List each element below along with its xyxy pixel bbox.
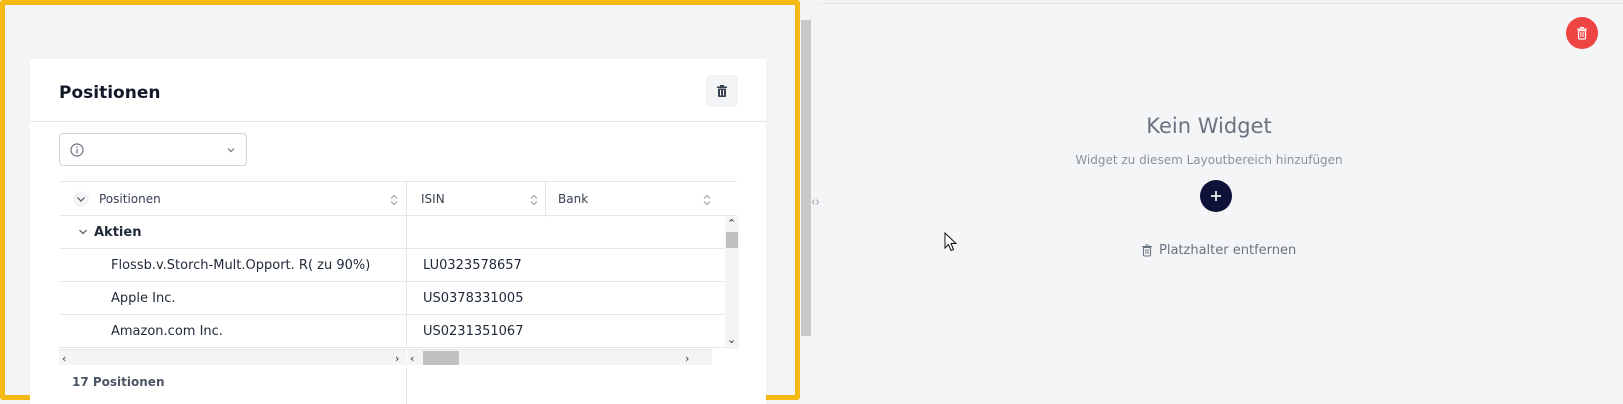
table-row[interactable]: Flossb.v.Storch-Mult.Opport. R( zu 90%) … bbox=[59, 249, 725, 282]
empty-state-title: Kein Widget bbox=[1146, 114, 1272, 138]
trash-icon bbox=[717, 85, 727, 97]
column-header-positionen[interactable]: Positionen bbox=[99, 182, 161, 216]
right-layout-area: Kein Widget Widget zu diesem Layoutberei… bbox=[819, 3, 1623, 404]
add-widget-button[interactable] bbox=[1200, 180, 1232, 212]
widget-title: Positionen bbox=[59, 83, 161, 103]
drag-handle-icon bbox=[812, 199, 819, 205]
widget-delete-button[interactable] bbox=[706, 75, 738, 107]
scroll-left-icon[interactable]: ‹ bbox=[62, 352, 66, 365]
info-icon bbox=[70, 143, 84, 157]
scrollbar-thumb[interactable] bbox=[801, 20, 811, 336]
remove-placeholder-button[interactable]: Platzhalter entfernen bbox=[1141, 243, 1296, 258]
column-divider[interactable] bbox=[545, 182, 546, 217]
table-group-row[interactable]: Aktien bbox=[59, 216, 725, 249]
sort-icon[interactable] bbox=[529, 193, 539, 207]
table-header: Positionen ISIN Bank bbox=[59, 181, 737, 217]
column-header-bank[interactable]: Bank bbox=[558, 182, 588, 216]
panel-scrollbar[interactable] bbox=[800, 0, 812, 404]
scroll-down-icon[interactable]: ⌄ bbox=[727, 333, 736, 346]
dashboard-layout: Positionen Positionen ISIN Bank Aktien F… bbox=[0, 0, 1623, 404]
left-layout-area[interactable]: Positionen Positionen ISIN Bank Aktien F… bbox=[0, 0, 800, 404]
sort-icon[interactable] bbox=[702, 193, 712, 207]
remove-placeholder-label: Platzhalter entfernen bbox=[1159, 243, 1297, 258]
column-divider bbox=[406, 365, 407, 404]
delete-area-button[interactable] bbox=[1566, 17, 1598, 49]
plus-icon bbox=[1211, 191, 1221, 201]
trash-icon bbox=[1577, 27, 1587, 40]
divider bbox=[30, 121, 766, 122]
column-divider bbox=[406, 282, 407, 315]
column-divider bbox=[406, 249, 407, 282]
position-name: Flossb.v.Storch-Mult.Opport. R( zu 90%) bbox=[111, 257, 371, 273]
table-row[interactable]: Apple Inc. US0378331005 bbox=[59, 282, 725, 315]
scroll-right-icon[interactable]: › bbox=[395, 352, 399, 365]
column-divider bbox=[406, 216, 407, 249]
column-header-isin[interactable]: ISIN bbox=[421, 182, 445, 216]
collapse-all-toggle[interactable] bbox=[73, 182, 89, 216]
position-name: Amazon.com Inc. bbox=[111, 323, 223, 339]
table-row[interactable]: Amazon.com Inc. US0231351067 bbox=[59, 315, 725, 348]
column-divider[interactable] bbox=[406, 182, 407, 217]
filter-select[interactable] bbox=[59, 133, 247, 166]
vertical-scrollbar[interactable]: ⌃ ⌄ bbox=[725, 217, 739, 349]
sort-icon[interactable] bbox=[389, 193, 399, 207]
scroll-left-icon[interactable]: ‹ bbox=[410, 352, 414, 365]
column-divider bbox=[406, 315, 407, 348]
position-isin: LU0323578657 bbox=[423, 257, 522, 273]
position-isin: US0231351067 bbox=[423, 323, 524, 339]
horizontal-scrollbar[interactable]: ‹ › bbox=[407, 349, 712, 365]
scroll-up-icon[interactable]: ⌃ bbox=[727, 217, 736, 230]
chevron-down-icon bbox=[73, 191, 89, 207]
layout-splitter-handle[interactable] bbox=[812, 0, 819, 404]
position-name: Apple Inc. bbox=[111, 290, 176, 306]
trash-icon bbox=[1142, 244, 1152, 257]
group-label: Aktien bbox=[94, 224, 142, 240]
positions-table: Positionen ISIN Bank Aktien Flossb.v.Sto… bbox=[59, 181, 739, 404]
mouse-cursor-icon bbox=[944, 232, 958, 252]
chevron-down-icon bbox=[79, 229, 87, 235]
horizontal-scrollbar-pinned[interactable]: ‹ › bbox=[59, 349, 406, 365]
scrollbar-thumb[interactable] bbox=[423, 351, 459, 365]
positions-count: 17 Positionen bbox=[72, 375, 165, 389]
scroll-right-icon[interactable]: › bbox=[685, 352, 689, 365]
empty-state-subtitle: Widget zu diesem Layoutbereich hinzufüge… bbox=[1075, 153, 1343, 167]
group-expand-toggle[interactable] bbox=[77, 216, 89, 248]
position-isin: US0378331005 bbox=[423, 290, 524, 306]
chevron-down-icon bbox=[227, 148, 235, 153]
scrollbar-thumb[interactable] bbox=[726, 232, 738, 248]
positions-widget: Positionen Positionen ISIN Bank Aktien F… bbox=[30, 59, 766, 404]
